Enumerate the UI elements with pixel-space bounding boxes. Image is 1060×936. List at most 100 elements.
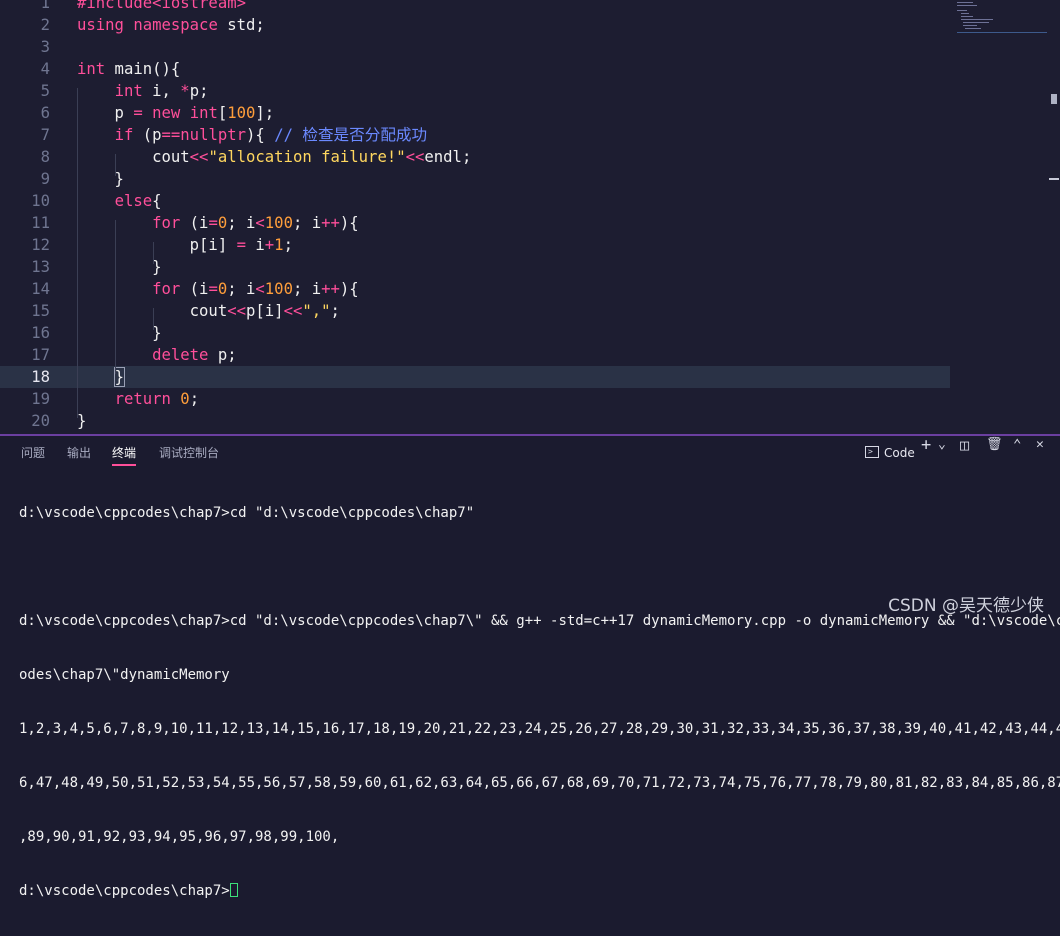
line-number: 14 (31, 280, 50, 298)
code-token: } (77, 412, 87, 430)
code-token: << (189, 148, 209, 166)
code-line[interactable]: 4 int main(){ (0, 58, 950, 80)
code-token: 1 (274, 236, 284, 254)
code-token: < (255, 280, 265, 298)
code-token: for (152, 280, 181, 298)
code-token: ){ (339, 214, 359, 232)
terminal-prompt-line[interactable]: d:\vscode\cppcodes\chap7> (19, 882, 1049, 900)
code-line[interactable]: 1 #include<iostream> (0, 0, 950, 14)
code-token: namespace (133, 16, 218, 34)
terminal-line: odes\chap7\"dynamicMemory (19, 667, 230, 683)
line-number: 17 (31, 346, 50, 364)
tab-problems[interactable]: 问题 (21, 444, 45, 464)
code-line[interactable]: 13 } (0, 256, 950, 278)
terminal-line: d:\vscode\cppcodes\chap7>cd "d:\vscode\c… (19, 505, 475, 521)
code-line[interactable]: 19 return 0; (0, 388, 950, 410)
code-token: 0 (217, 280, 228, 298)
tab-terminal[interactable]: 终端 (112, 444, 137, 466)
terminal-icon: > (865, 446, 879, 458)
indent-guide (77, 88, 78, 418)
code-token: p[i] (77, 236, 237, 254)
code-token: ; (189, 390, 200, 408)
code-token: << (405, 148, 425, 166)
code-line[interactable]: 2 using namespace std; (0, 14, 950, 36)
code-token: ; i (292, 214, 322, 232)
code-line[interactable]: 15 cout<<p[i]<<","; (0, 300, 950, 322)
line-number: 11 (31, 214, 50, 232)
line-number: 3 (40, 38, 50, 56)
code-token: using (77, 16, 124, 34)
indent-guide (115, 220, 116, 374)
code-line[interactable]: 17 delete p; (0, 344, 950, 366)
code-token: } (77, 324, 162, 342)
line-number: 6 (40, 104, 50, 122)
vertical-scrollbar[interactable] (1051, 94, 1057, 104)
maximize-panel-icon[interactable]: ⌃ (1013, 436, 1021, 454)
code-token: < (255, 214, 265, 232)
code-token: + (264, 236, 275, 254)
code-line[interactable]: 14 for (i=0; i<100; i++){ (0, 278, 950, 300)
code-line[interactable]: 11 for (i=0; i<100; i++){ (0, 212, 950, 234)
line-number: 5 (40, 82, 50, 100)
code-line[interactable]: 3 (0, 36, 950, 58)
code-text: for (i=0; i<100; i++){ (77, 212, 359, 234)
code-token: p; (189, 82, 209, 100)
line-number: 7 (40, 126, 50, 144)
code-text: } (77, 256, 161, 278)
code-line[interactable]: 18 } (0, 366, 950, 388)
code-token: "," (302, 302, 331, 320)
code-line[interactable]: 6 p = new int[100]; (0, 102, 950, 124)
split-terminal-icon[interactable]: ◫ (960, 436, 969, 454)
code-token: * (180, 82, 190, 100)
code-token: i (246, 236, 265, 254)
close-panel-icon[interactable]: ✕ (1036, 436, 1044, 454)
code-token: 100 (264, 214, 293, 232)
code-token: ++ (321, 214, 340, 232)
code-token: 100 (264, 280, 293, 298)
code-text: else{ (77, 190, 162, 212)
code-token: #include<iostream> (77, 0, 246, 12)
tab-debug-console[interactable]: 调试控制台 (159, 444, 219, 464)
terminal-output[interactable]: d:\vscode\cppcodes\chap7>cd "d:\vscode\c… (19, 468, 1060, 936)
add-terminal-icon[interactable]: + (921, 436, 931, 454)
code-text: } (77, 366, 125, 388)
code-token: std; (217, 16, 265, 34)
code-token: ]; (255, 104, 275, 122)
code-line[interactable]: 12 p[i] = i+1; (0, 234, 950, 256)
minimap[interactable] (955, 0, 1047, 40)
code-token: { (152, 192, 162, 210)
code-text: #include<iostream> (77, 0, 246, 14)
code-line[interactable]: 20} (0, 410, 950, 432)
code-line[interactable]: 16 } (0, 322, 950, 344)
code-token: int (114, 82, 143, 100)
code-text: cout<<"allocation failure!"<<endl; (77, 146, 471, 168)
indent-guide (153, 242, 154, 264)
code-line[interactable]: 9 } (0, 168, 950, 190)
code-line[interactable]: 8 cout<<"allocation failure!"<<endl; (0, 146, 950, 168)
code-line[interactable]: 10 else{ (0, 190, 950, 212)
chevron-down-icon[interactable]: ⌄ (938, 436, 946, 454)
scroll-marker (1049, 178, 1059, 190)
trash-icon[interactable]: 🗑 (986, 436, 1003, 454)
code-line[interactable]: 7 if (p==nullptr){ // 检查是否分配成功 (0, 124, 950, 146)
code-token: = (208, 214, 218, 232)
code-token: (i (180, 214, 209, 232)
code-text: using namespace std; (77, 14, 265, 36)
line-number: 8 (40, 148, 50, 166)
terminal-name: Code (884, 446, 915, 460)
code-token: main(){ (105, 60, 181, 78)
line-number: 12 (31, 236, 50, 254)
line-number: 4 (40, 60, 50, 78)
code-line[interactable]: 5 int i, *p; (0, 80, 950, 102)
code-token: for (152, 214, 181, 232)
tab-output[interactable]: 输出 (67, 444, 91, 464)
code-token: ; i (292, 280, 322, 298)
line-number: 15 (31, 302, 50, 320)
line-number: 16 (31, 324, 50, 342)
code-editor[interactable]: 1 #include<iostream> 2 using namespace std;… (0, 0, 1060, 434)
